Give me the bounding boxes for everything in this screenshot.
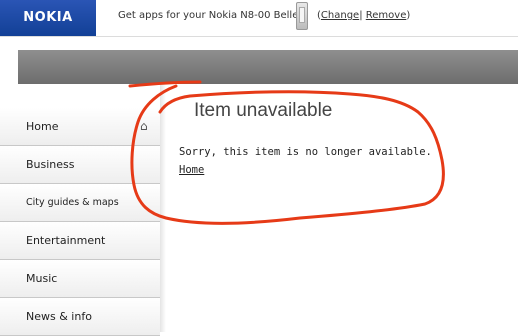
link-separator: | xyxy=(359,10,363,21)
sidebar-item-label: Music xyxy=(26,272,58,285)
change-device-link[interactable]: Change xyxy=(321,10,359,21)
navigation-bar xyxy=(18,50,518,84)
home-icon[interactable]: ⌂ xyxy=(140,120,148,132)
sidebar-item-label: Entertainment xyxy=(26,234,106,247)
close-paren: ) xyxy=(406,10,411,21)
page-title: Item unavailable xyxy=(194,100,333,121)
header-divider xyxy=(0,36,518,37)
sidebar-item-home[interactable]: Home ⌂ xyxy=(0,108,160,146)
sidebar-item-label: Home xyxy=(26,120,59,133)
device-links: (Change| Remove) xyxy=(317,10,410,21)
sidebar-item-music[interactable]: Music xyxy=(0,260,160,298)
sidebar-item-entertainment[interactable]: Entertainment xyxy=(0,222,160,260)
sidebar-item-label: News & info xyxy=(26,310,92,323)
unavailable-message: Sorry, this item is no longer available. xyxy=(179,146,432,158)
sidebar-item-business[interactable]: Business xyxy=(0,146,160,184)
category-sidebar: Home ⌂ Business City guides & maps Enter… xyxy=(0,108,161,336)
top-header: NOKIA Get apps for your Nokia N8-00 Bell… xyxy=(0,0,518,36)
content-panel-edge xyxy=(160,84,166,332)
sidebar-item-city-guides-maps[interactable]: City guides & maps xyxy=(0,184,160,222)
phone-icon xyxy=(296,2,308,30)
remove-device-link[interactable]: Remove xyxy=(366,10,407,21)
sidebar-item-label: Business xyxy=(26,158,75,171)
sidebar-item-news-info[interactable]: News & info xyxy=(0,298,160,336)
promo-text: Get apps for your Nokia N8-00 Belle xyxy=(118,10,299,21)
sidebar-item-label: City guides & maps xyxy=(26,197,119,208)
home-link[interactable]: Home xyxy=(179,164,204,176)
nokia-logo[interactable]: NOKIA xyxy=(0,0,96,36)
